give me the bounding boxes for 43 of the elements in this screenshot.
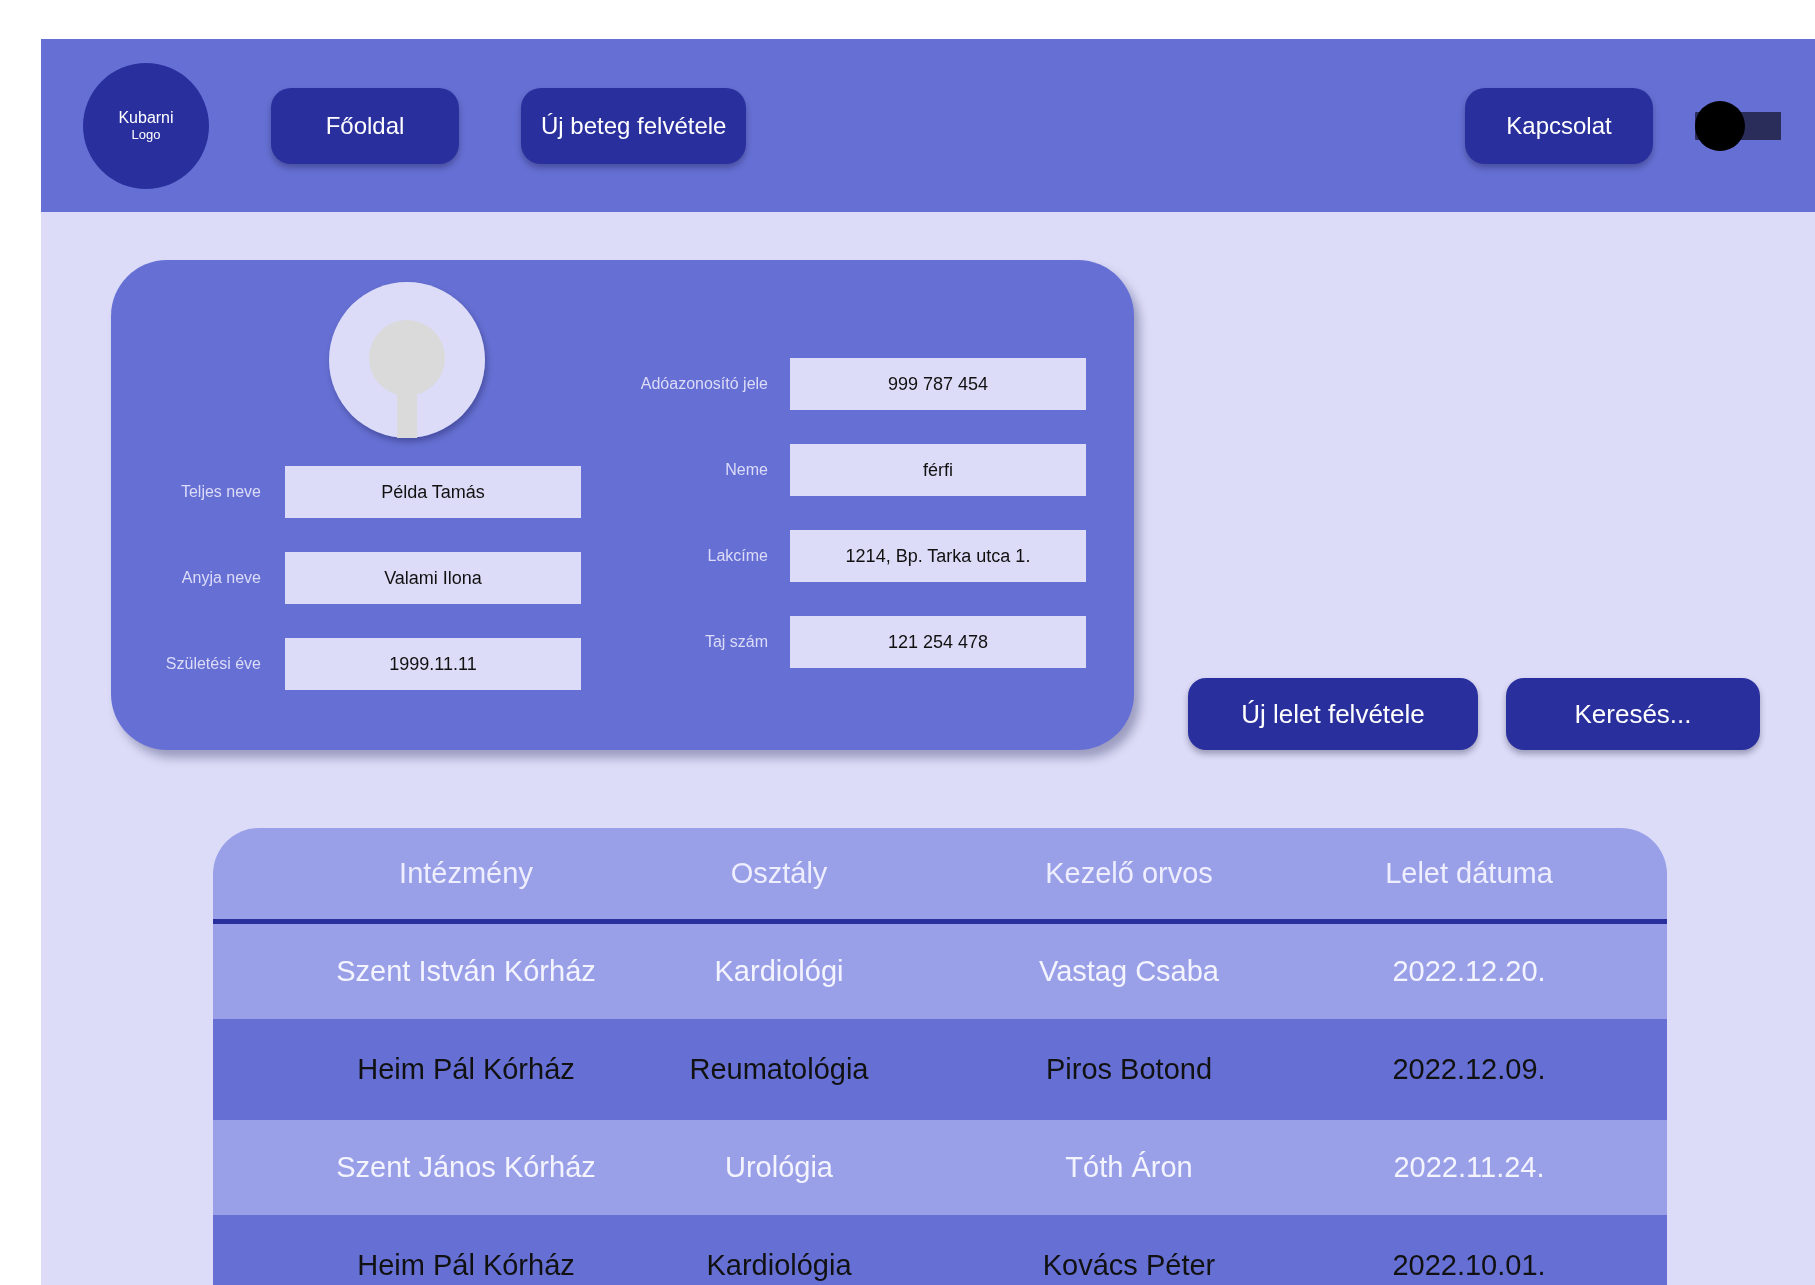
avatar-icon [329,282,485,438]
field-label: Lakcíme [707,547,768,565]
field-value: 1214, Bp. Tarka utca 1. [790,530,1086,582]
table-cell-text: Kardiológia [705,1249,853,1282]
table-row[interactable]: Heim Pál Kórház Reumatológia Piros Botond 2022.12.09. [213,1019,1667,1120]
table-cell-text: Szent István Kórház [335,955,597,988]
field-label: Születési éve [165,655,261,673]
table-cell-text: Reumatológia [688,1053,870,1086]
field-value: Valami Ilona [285,552,581,604]
table-cell-text: Urológia [724,1151,834,1184]
table-cell-text: 2022.12.09. [1391,1053,1547,1086]
nav-button[interactable]: Új beteg felvétele [521,87,747,164]
field-value: Példa Tamás [285,466,581,518]
field-label: Adóazonosító jele [640,375,768,393]
field-value: férfi [790,444,1086,496]
action-button[interactable]: Keresés... [1506,678,1760,750]
field-label: Neme [725,461,768,479]
table-cell-text: Tóth Áron [1064,1151,1194,1184]
table-row[interactable]: Heim Pál Kórház Kardiológia Kovács Péter 2022.10.01. [213,1215,1667,1285]
contact-button[interactable]: Kapcsolat [1465,87,1653,164]
table-cell-text: Vastag Csaba [1038,955,1220,988]
field-label: Taj szám [704,633,768,651]
table-cell-text: Heim Pál Kórház [356,1053,576,1086]
table-cell-text: Szent János Kórház [335,1151,597,1184]
field-label: Teljes neve [180,483,261,501]
column-header: Kezelő orvos [1044,857,1214,890]
table-cell-text: 2022.12.20. [1391,955,1547,988]
column-header: Osztály [729,857,829,890]
field-label: Anyja neve [181,569,261,587]
nav-button[interactable]: Főoldal [271,87,459,164]
column-header: Lelet dátuma [1384,857,1554,890]
field-value: 121 254 478 [790,616,1086,668]
column-header: Intézmény [398,857,534,890]
table-cell-text: 2022.11.24. [1392,1151,1546,1184]
table-cell-text: Kardiológi [713,955,845,988]
field-value: 999 787 454 [790,358,1086,410]
table-cell-text: Piros Botond [1044,1053,1213,1086]
table-cell-text: 2022.10.01. [1391,1249,1547,1282]
field-value: 1999.11.11 [285,638,581,690]
table-cell-text: Kovács Péter [1041,1249,1217,1282]
logo[interactable]: Kubarni Logo [83,62,209,189]
action-button[interactable]: Új lelet felvétele [1188,678,1478,750]
table-cell-text: Heim Pál Kórház [356,1249,576,1282]
